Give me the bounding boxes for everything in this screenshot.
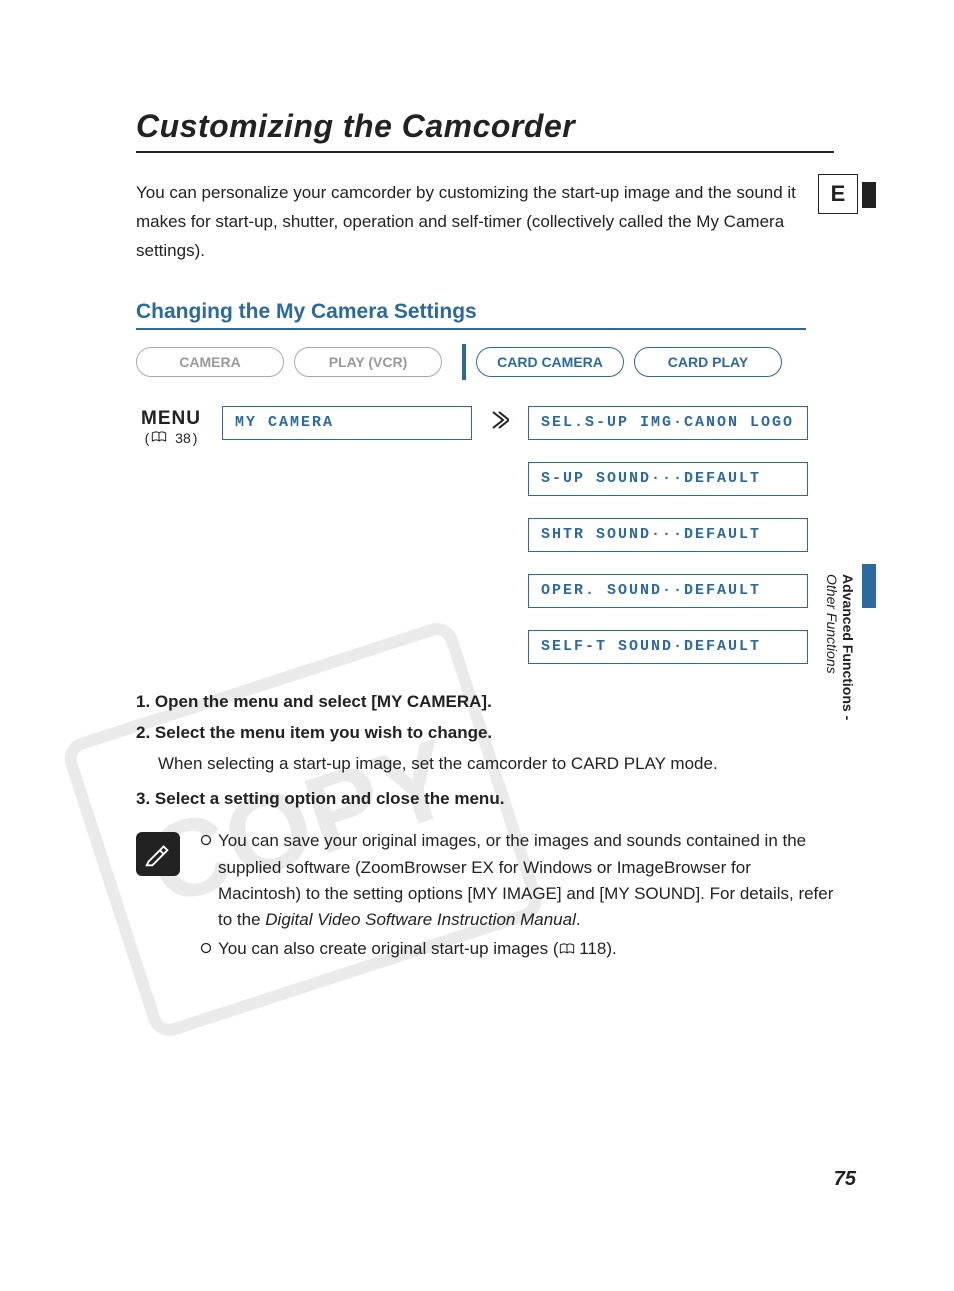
menu-option-1: S-UP SOUND···DEFAULT	[528, 462, 808, 496]
mode-card-camera: CARD CAMERA	[476, 347, 624, 377]
arrow-right-icon	[488, 406, 512, 430]
menu-option-2: SHTR SOUND···DEFAULT	[528, 518, 808, 552]
menu-box-my-camera: MY CAMERA	[222, 406, 472, 440]
intro-paragraph: You can personalize your camcorder by cu…	[136, 179, 806, 266]
mode-play-vcr: PLAY (VCR)	[294, 347, 442, 377]
info-bullet-2: You can also create original start-up im…	[200, 936, 834, 962]
step-3: Select a setting option and close the me…	[136, 785, 834, 812]
info-note-block: You can save your original images, or th…	[136, 828, 834, 964]
info-bullet-1: You can save your original images, or th…	[200, 828, 834, 933]
menu-diagram: MENU ( 38) MY CAMERA SEL.S-UP IMG·CANON …	[136, 406, 834, 664]
book-icon	[559, 939, 575, 958]
mode-separator	[462, 344, 466, 380]
note-icon	[136, 832, 180, 876]
menu-option-4: SELF-T SOUND·DEFAULT	[528, 630, 808, 664]
mode-tabs: CAMERA PLAY (VCR) CARD CAMERA CARD PLAY	[136, 344, 834, 380]
section-heading: Changing the My Camera Settings	[136, 300, 806, 330]
mode-card-play: CARD PLAY	[634, 347, 782, 377]
steps-list: Open the menu and select [MY CAMERA]. Se…	[136, 688, 834, 813]
step-2: Select the menu item you wish to change.…	[136, 719, 834, 777]
menu-page-reference: ( 38)	[136, 430, 206, 446]
menu-option-3: OPER. SOUND··DEFAULT	[528, 574, 808, 608]
step-2-note: When selecting a start-up image, set the…	[136, 750, 834, 777]
menu-label: MENU	[136, 408, 206, 430]
mode-camera: CAMERA	[136, 347, 284, 377]
circle-bullet-icon	[200, 828, 212, 933]
page-title: Customizing the Camcorder	[136, 108, 834, 153]
page-number: 75	[834, 1168, 856, 1191]
step-1: Open the menu and select [MY CAMERA].	[136, 688, 834, 715]
circle-bullet-icon	[200, 936, 212, 962]
menu-option-0: SEL.S-UP IMG·CANON LOGO	[528, 406, 808, 440]
book-icon	[151, 430, 167, 446]
